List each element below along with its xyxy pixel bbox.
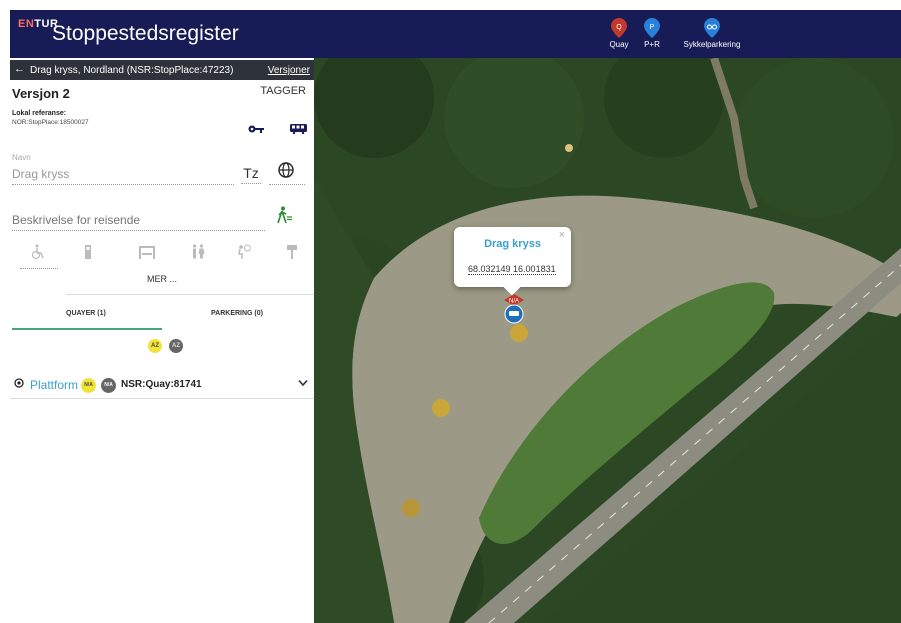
marker-label: N/A — [509, 299, 519, 305]
quay-button-label: Quay — [609, 40, 629, 49]
walking-person-icon[interactable] — [276, 206, 292, 224]
quay-id: NSR:Quay:81741 — [121, 379, 202, 390]
wheelchair-icon[interactable] — [30, 244, 46, 260]
app-title: Stoppestedsregister — [52, 22, 239, 45]
shelter-icon[interactable] — [138, 244, 156, 260]
logo-en: EN — [18, 18, 35, 30]
sign-icon[interactable] — [284, 244, 300, 260]
local-reference-label: Lokal referanse: — [12, 110, 67, 117]
sort-az-secondary-button[interactable]: AZ — [169, 339, 183, 353]
more-button[interactable]: MER ... — [10, 274, 314, 284]
location-icon[interactable] — [14, 378, 24, 388]
breadcrumb: Drag kryss, Nordland (NSR:StopPlace:4722… — [30, 65, 234, 76]
tabs-divider — [66, 294, 314, 295]
ticket-machine-icon[interactable] — [80, 244, 96, 260]
svg-text:Q: Q — [616, 24, 622, 31]
tags-button[interactable]: TAGGER — [260, 85, 306, 97]
popup-coordinates[interactable]: 68.032149 16.001831 — [468, 264, 556, 275]
quay-pin-icon: Q — [611, 18, 627, 38]
name-field[interactable] — [12, 164, 234, 185]
chevron-down-icon[interactable] — [298, 379, 308, 387]
bike-parking-label: Sykkelparkering — [683, 40, 741, 49]
wc-icon[interactable] — [190, 244, 206, 260]
parking-pin-icon: P — [644, 18, 660, 38]
satellite-map[interactable]: N/A — [314, 58, 901, 623]
facility-underline — [20, 268, 58, 269]
app-header: ENTUR Stoppestedsregister Q Quay P P+R S… — [10, 10, 901, 58]
park-and-ride-label: P+R — [644, 40, 660, 49]
bike-parking-pin-icon — [704, 18, 720, 38]
quay-na-badge-2: N/A — [101, 378, 116, 393]
stop-place-marker[interactable]: N/A — [502, 294, 526, 326]
name-field-label: Navn — [12, 153, 31, 162]
quay-name[interactable]: Plattform — [30, 378, 78, 392]
popup-title: Drag kryss — [484, 238, 541, 250]
timezone-button[interactable]: Tz — [241, 165, 261, 184]
breadcrumb-bar: ← Drag kryss, Nordland (NSR:StopPlace:47… — [10, 60, 314, 80]
version-title: Versjon 2 — [12, 86, 70, 101]
description-field[interactable] — [12, 210, 265, 231]
help-icon[interactable] — [236, 244, 252, 260]
quay-na-badge: N/A — [81, 378, 96, 393]
active-tab-indicator — [12, 328, 162, 330]
versions-link[interactable]: Versjoner — [268, 65, 310, 76]
map-popup: × Drag kryss 68.032149 16.001831 — [454, 227, 571, 296]
park-and-ride-button[interactable]: P P+R — [627, 18, 677, 49]
sort-az-button[interactable]: AZ — [148, 339, 162, 353]
globe-underline — [269, 184, 305, 185]
globe-icon[interactable] — [278, 162, 294, 178]
bus-icon[interactable] — [290, 124, 307, 134]
svg-text:P: P — [650, 24, 655, 31]
back-arrow-icon[interactable]: ← — [14, 63, 25, 75]
bike-parking-button[interactable]: Sykkelparkering — [677, 18, 747, 49]
quay-list-item[interactable]: Plattform N/A N/A NSR:Quay:81741 — [10, 370, 314, 399]
local-reference-value: NOR:StopPlace:18500027 — [12, 119, 89, 126]
stop-place-panel: ← Drag kryss, Nordland (NSR:StopPlace:47… — [10, 58, 315, 623]
tab-parking[interactable]: PARKERING (0) — [211, 310, 263, 317]
key-icon[interactable] — [248, 124, 264, 134]
map-imagery[interactable] — [314, 58, 901, 623]
tab-quays[interactable]: QUAYER (1) — [66, 310, 106, 317]
